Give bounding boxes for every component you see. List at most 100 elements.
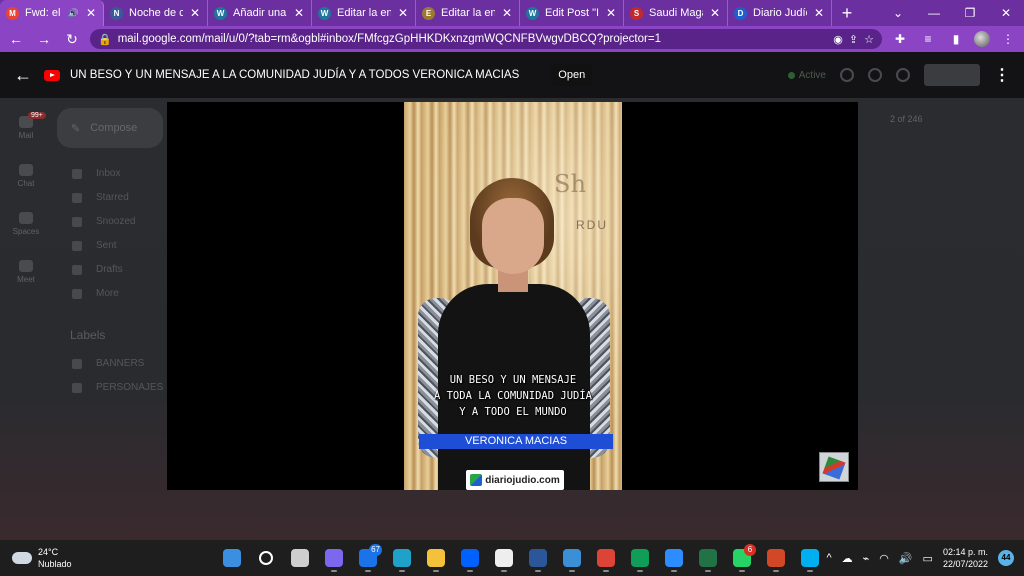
app-glyph [665,549,683,567]
running-indicator [331,570,337,572]
nav-snoozed[interactable]: Snoozed [72,216,135,227]
label-banners[interactable]: BANNERS [72,358,144,369]
brand-watermark: diariojudio.com [466,470,564,490]
browser-tab[interactable]: W Editar la entra ✕ [312,0,416,26]
close-tab-icon[interactable]: ✕ [397,6,409,20]
battery-icon[interactable]: ▭ [923,552,933,565]
rail-meet[interactable]: Meet [8,260,44,284]
video-player[interactable]: Sh RDU UN BESO Y UN MENSAJE A TODA LA CO… [167,102,858,490]
label-personajes[interactable]: PERSONAJES [72,382,163,393]
side-panel-icon[interactable]: ▮ [946,29,966,49]
browser-tab[interactable]: S Saudi Magazi ✕ [624,0,728,26]
word-icon[interactable] [526,544,550,572]
label-name: BANNERS [96,358,145,369]
close-tab-icon[interactable]: ✕ [813,6,825,20]
label-name: PERSONAJES [96,382,164,393]
chrome-menu-icon[interactable]: ⋮ [998,29,1018,49]
close-tab-icon[interactable]: ✕ [189,6,201,20]
address-toolbar: ← → ↻ 🔒 mail.google.com/mail/u/0/?tab=rm… [0,26,1024,52]
onedrive-icon[interactable]: ☁ [842,552,853,565]
close-tab-icon[interactable]: ✕ [605,6,617,20]
usb-icon[interactable]: ⌁ [863,552,870,565]
video-frame[interactable]: Sh RDU UN BESO Y UN MENSAJE A TODA LA CO… [404,102,622,490]
mail-icon[interactable]: 67 [356,544,382,572]
share-icon[interactable]: ⇪ [849,33,858,46]
app-glyph [631,549,649,567]
channel-thumbnail[interactable] [819,452,849,482]
weather-widget[interactable]: 24°C Nublado [12,546,72,570]
search-icon[interactable] [254,544,278,572]
teams-chat-icon[interactable] [322,544,346,572]
app-glyph [291,549,309,567]
restore-button[interactable]: ❐ [952,0,988,26]
rail-label: Chat [17,179,35,188]
powerpoint-icon[interactable] [764,544,788,572]
close-window-button[interactable]: ✕ [988,0,1024,26]
dropbox-icon[interactable] [458,544,482,572]
close-tab-icon[interactable]: ✕ [709,6,721,20]
excel-icon[interactable] [696,544,720,572]
edge-icon[interactable] [390,544,414,572]
close-tab-icon[interactable]: ✕ [85,6,97,20]
photos-icon[interactable] [560,544,584,572]
settings-icon[interactable] [868,68,882,82]
help-icon[interactable] [840,68,854,82]
minimize-button[interactable]: — [916,0,952,26]
more-options-icon[interactable]: ⋮ [994,65,1010,85]
status-active[interactable]: Active [788,70,826,81]
new-tab-button[interactable]: + [832,0,862,26]
address-bar[interactable]: 🔒 mail.google.com/mail/u/0/?tab=rm&ogbl#… [90,29,882,49]
rail-spaces[interactable]: Spaces [8,212,44,236]
back-button[interactable]: ← [6,29,26,49]
media-queue-icon[interactable]: ≡ [918,29,938,49]
back-arrow-icon[interactable]: ← [14,65,34,86]
browser-tab[interactable]: W Edit Post "It a ✕ [520,0,624,26]
zoom-icon[interactable] [662,544,686,572]
extensions-icon[interactable]: ✚ [890,29,910,49]
browser-tab[interactable]: E Editar la entra ✕ [416,0,520,26]
rail-mail[interactable]: Mail [8,116,44,140]
browser-tab[interactable]: N Noche de cele ✕ [104,0,208,26]
brand-text: diariojudio.com [485,474,560,486]
reload-button[interactable]: ↻ [62,29,82,49]
file-explorer-icon[interactable] [424,544,448,572]
audio-playing-icon[interactable]: 🔊 [68,8,79,19]
browser-tab[interactable]: D Diario Judío: N ✕ [728,0,832,26]
pencil-icon: ✎ [71,122,81,135]
clock[interactable]: 02:14 p. m. 22/07/2022 [943,546,988,570]
nav-starred[interactable]: Starred [72,192,129,203]
browser-tab[interactable]: M Fwd: el m 🔊 ✕ [0,0,104,26]
whatsapp-icon[interactable]: 6 [730,544,756,572]
notification-badge[interactable]: 44 [998,550,1014,566]
chevron-up-icon[interactable]: ^ [826,552,831,564]
wifi-icon[interactable]: ◠ [879,552,889,565]
nav-drafts[interactable]: Drafts [72,264,123,275]
close-tab-icon[interactable]: ✕ [293,6,305,20]
app-glyph [427,549,445,567]
chrome-profile-icon[interactable] [628,544,652,572]
capcut-icon[interactable] [492,544,516,572]
compose-button[interactable]: ✎ Compose [57,108,163,148]
task-view-icon[interactable] [288,544,312,572]
nav-inbox[interactable]: Inbox [72,168,120,179]
chrome-icon[interactable] [594,544,618,572]
rail-chat[interactable]: Chat [8,164,44,188]
apps-icon[interactable] [896,68,910,82]
browser-tab[interactable]: W Añadir una n ✕ [208,0,312,26]
profile-avatar[interactable] [974,31,990,47]
nav-sent[interactable]: Sent [72,240,117,251]
nav-more[interactable]: More [72,288,119,299]
start-icon[interactable] [220,544,244,572]
running-indicator [433,570,439,572]
tab-favicon-icon: M [6,6,19,20]
youtube-icon [44,69,60,81]
volume-icon[interactable]: 🔊 [899,552,913,565]
forward-button[interactable]: → [34,29,54,49]
star-icon[interactable]: ☆ [864,33,874,46]
skype-icon[interactable] [798,544,822,572]
tab-search-icon[interactable]: ⌄ [880,0,916,26]
open-button[interactable]: Open [551,64,593,86]
app-glyph [699,549,717,567]
close-tab-icon[interactable]: ✕ [501,6,513,20]
eye-icon[interactable]: ◉ [833,33,843,46]
